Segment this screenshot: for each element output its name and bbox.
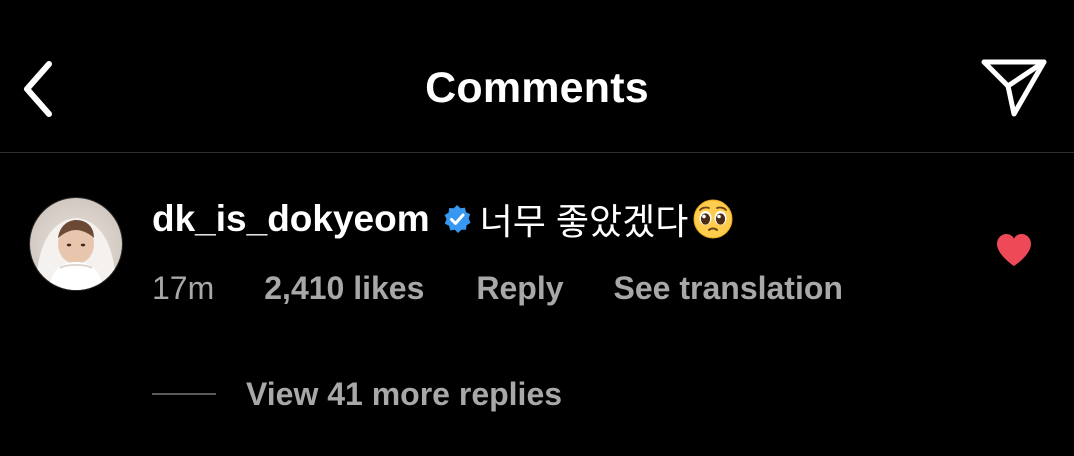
replies-divider-line: [152, 393, 216, 395]
comment-meta: 17m 2,410 likes Reply See translation: [152, 266, 843, 310]
comment-timestamp: 17m: [152, 269, 215, 306]
avatar-image: [30, 198, 122, 290]
heart-icon: [997, 234, 1031, 266]
view-replies-button[interactable]: View 41 more replies: [152, 372, 562, 416]
comment-username[interactable]: dk_is_dokyeom: [152, 198, 430, 240]
top-bar: Comments: [0, 0, 1074, 152]
comment-text: 너무 좋았겠다: [479, 201, 689, 242]
pleading-face-emoji: [692, 198, 734, 240]
verified-badge-icon: [442, 204, 472, 234]
view-replies-label: View 41 more replies: [246, 375, 563, 412]
like-button[interactable]: [990, 226, 1038, 274]
page-title: Comments: [425, 64, 649, 112]
see-translation-button[interactable]: See translation: [614, 270, 843, 307]
reply-button[interactable]: Reply: [476, 270, 563, 307]
likes-count-link[interactable]: 2,410 likes: [264, 270, 424, 307]
avatar[interactable]: [30, 198, 122, 290]
header-divider: [0, 152, 1074, 153]
paper-plane-icon: [981, 59, 1047, 117]
share-button[interactable]: [976, 54, 1052, 120]
comment-line: dk_is_dokyeom 너무 좋았겠다: [152, 194, 734, 244]
